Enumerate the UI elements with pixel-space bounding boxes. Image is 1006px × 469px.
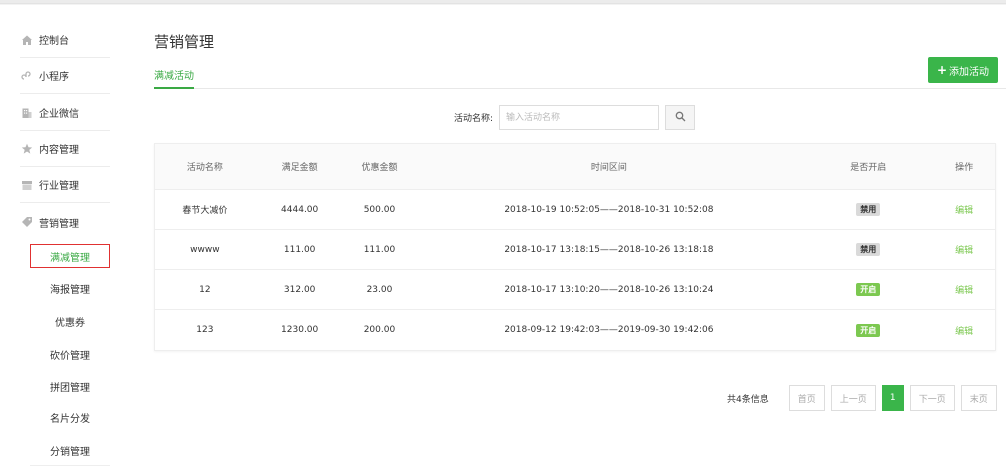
sidebar-item-miniprogram[interactable]: 小程序: [20, 58, 110, 94]
time-period: 2018-10-17 13:18:15——2018-10-26 13:18:18: [504, 244, 714, 255]
column-header: 活动名称: [186, 163, 223, 173]
add-activity-label: 添加活动: [949, 66, 990, 78]
activity-name: 春节大减价: [182, 206, 228, 216]
sidebar-item-content[interactable]: 内容管理: [20, 131, 110, 167]
time-period: 2018-10-19 10:52:05——2018-10-31 10:52:08: [504, 204, 714, 215]
edit-link[interactable]: 编辑: [955, 286, 973, 296]
store-icon: [20, 178, 34, 192]
first-page-button[interactable]: 首页: [788, 385, 825, 411]
sidebar-subitem-coupon[interactable]: 优惠券: [30, 309, 110, 333]
threshold-amount: 1230.00: [281, 325, 319, 335]
search-bar: 活动名称:: [454, 105, 696, 130]
tag-icon: [20, 215, 34, 229]
status-badge[interactable]: 开启: [856, 323, 881, 337]
status-badge[interactable]: 禁用: [856, 203, 881, 216]
building-icon: [20, 106, 34, 120]
sidebar-subitem-poster[interactable]: 海报管理: [30, 276, 110, 300]
prev-page-button[interactable]: 上一页: [830, 385, 876, 411]
table-row: 12 312.00 23.00 2018-10-17 13:10:20——201…: [155, 270, 995, 310]
app-layout: 控制台 小程序 企业微信 内容管理 行业管理 营销管理 满减管理 海报管理 优惠…: [0, 5, 1006, 469]
column-header: 时间区间: [590, 163, 627, 173]
discount-amount: 23.00: [366, 284, 393, 295]
search-icon: [675, 111, 686, 125]
table-row: 春节大减价 4444.00 500.00 2018-10-19 10:52:05…: [155, 190, 995, 230]
sidebar-item-label: 小程序: [39, 72, 69, 83]
column-header: 优惠金额: [361, 163, 398, 173]
current-page-button[interactable]: 1: [881, 385, 904, 411]
sidebar-item-marketing[interactable]: 营销管理: [20, 204, 110, 240]
pagination: 共4条信息 首页 上一页 1 下一页 末页: [727, 385, 997, 411]
status-cell: 禁用: [803, 203, 933, 216]
action-cell: 编辑: [933, 243, 995, 256]
link-icon: [20, 69, 34, 83]
sidebar-subitem-bargain[interactable]: 砍价管理: [30, 342, 110, 366]
action-cell: 编辑: [933, 283, 995, 296]
page-title: 营销管理: [154, 33, 215, 51]
table-row: wwww 111.00 111.00 2018-10-17 13:18:15——…: [155, 230, 995, 270]
status-badge[interactable]: 开启: [856, 283, 881, 296]
threshold-amount: 4444.00: [281, 204, 319, 215]
edit-link[interactable]: 编辑: [955, 246, 973, 256]
divider: [30, 465, 110, 466]
search-input[interactable]: [499, 105, 660, 130]
activity-name: wwww: [190, 244, 220, 255]
sidebar-subitem-distribution[interactable]: 分销管理: [30, 438, 110, 462]
sidebar-item-wecom[interactable]: 企业微信: [20, 95, 110, 131]
edit-link[interactable]: 编辑: [955, 327, 973, 337]
sidebar-item-label: 企业微信: [39, 109, 79, 120]
activity-name: 123: [196, 325, 214, 335]
status-cell: 禁用: [803, 243, 933, 256]
status-cell: 开启: [803, 283, 933, 296]
threshold-amount: 111.00: [283, 244, 316, 255]
sidebar-item-dashboard[interactable]: 控制台: [20, 22, 110, 58]
sidebar-item-label: 营销管理: [39, 218, 79, 230]
tab-bar: 满减活动: [154, 63, 1006, 89]
activity-name: 12: [199, 284, 211, 295]
home-icon: [20, 33, 34, 47]
action-cell: 编辑: [933, 203, 995, 216]
star-icon: [20, 142, 34, 156]
edit-link[interactable]: 编辑: [955, 206, 973, 216]
sidebar-item-industry[interactable]: 行业管理: [20, 167, 110, 203]
total-count: 共4条信息: [727, 394, 769, 405]
sidebar-item-label: 行业管理: [39, 181, 79, 192]
plus-icon: +: [936, 63, 948, 77]
last-page-button[interactable]: 末页: [960, 385, 997, 411]
table-header: 活动名称 满足金额 优惠金额 时间区间 是否开启 操作: [155, 144, 995, 190]
tab-fullreduction[interactable]: 满减活动: [154, 67, 194, 89]
discount-amount: 500.00: [363, 204, 396, 215]
status-cell: 开启: [803, 323, 933, 337]
activity-table: 活动名称 满足金额 优惠金额 时间区间 是否开启 操作 春节大减价 4444.0…: [154, 143, 996, 351]
next-page-button[interactable]: 下一页: [909, 385, 955, 411]
main-content: 营销管理 满减活动 + 添加活动 活动名称: 活动名称 满足金额 优惠金额 时间…: [120, 5, 1006, 469]
discount-amount: 200.00: [363, 325, 396, 335]
action-cell: 编辑: [933, 324, 995, 337]
sidebar-subitem-fullreduction[interactable]: 满减管理: [30, 244, 110, 268]
sidebar-subitem-card[interactable]: 名片分发: [30, 405, 110, 429]
sidebar-item-label: 控制台: [39, 36, 69, 47]
search-label: 活动名称:: [454, 114, 494, 124]
search-button[interactable]: [665, 105, 696, 130]
column-header: 满足金额: [281, 163, 318, 173]
sidebar-item-label: 内容管理: [39, 145, 79, 156]
status-badge[interactable]: 禁用: [856, 243, 881, 256]
column-header: 操作: [955, 163, 974, 173]
column-header: 是否开启: [850, 163, 887, 173]
sidebar: 控制台 小程序 企业微信 内容管理 行业管理 营销管理 满减管理 海报管理 优惠…: [0, 5, 120, 469]
top-bar: [0, 0, 1006, 4]
table-row: 123 1230.00 200.00 2018-09-12 19:42:03——…: [155, 310, 995, 350]
add-activity-button[interactable]: + 添加活动: [928, 57, 998, 83]
discount-amount: 111.00: [363, 244, 396, 255]
time-period: 2018-09-12 19:42:03——2019-09-30 19:42:06: [504, 325, 714, 335]
sidebar-subitem-groupbuy[interactable]: 拼团管理: [30, 374, 110, 398]
threshold-amount: 312.00: [283, 284, 316, 295]
time-period: 2018-10-17 13:10:20——2018-10-26 13:10:24: [504, 284, 714, 295]
